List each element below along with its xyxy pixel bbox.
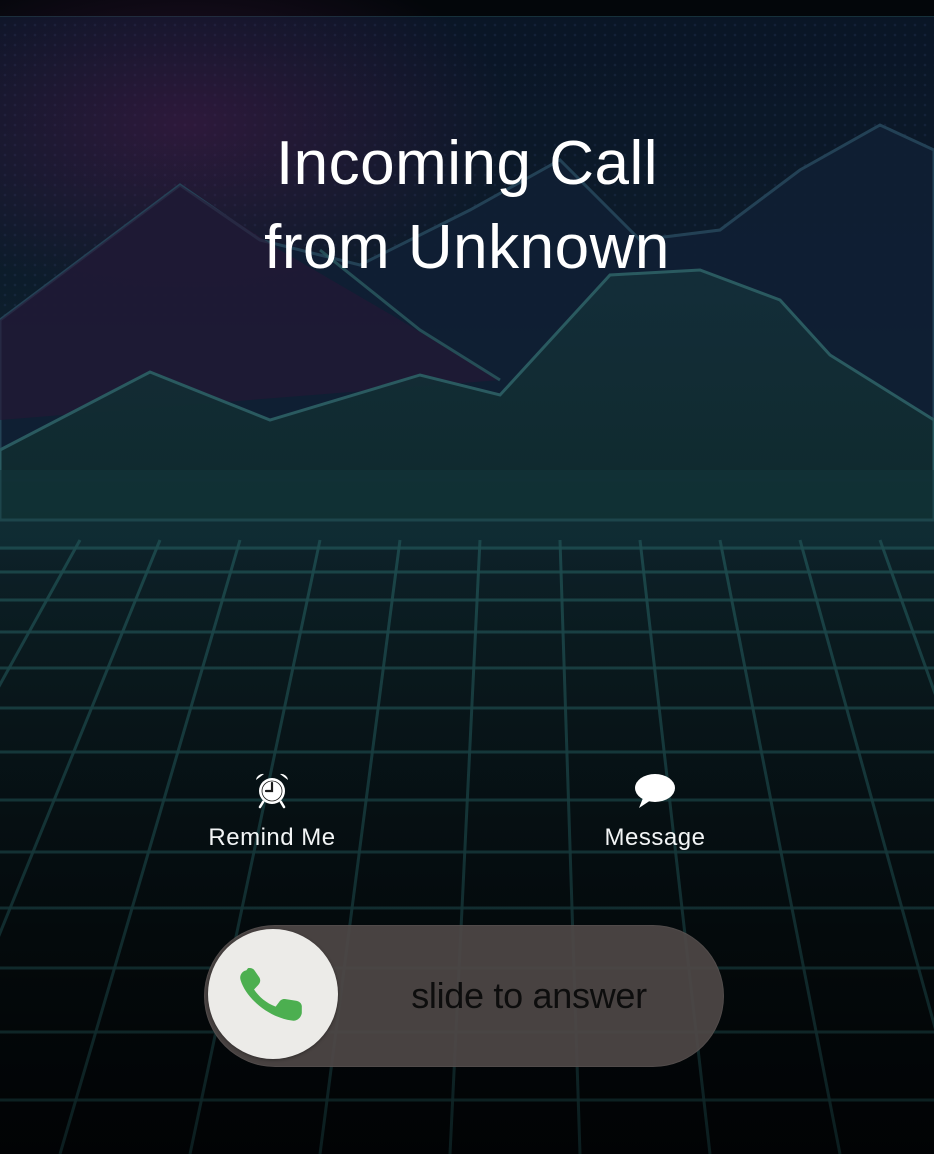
- message-label: Message: [604, 824, 706, 851]
- remind-me-label: Remind Me: [208, 824, 336, 851]
- slide-to-answer-track[interactable]: slide to answer: [204, 925, 724, 1067]
- answer-slider-knob[interactable]: [208, 929, 338, 1059]
- alarm-clock-icon: [256, 773, 288, 809]
- remind-me-button[interactable]: Remind Me: [172, 770, 372, 852]
- caller-title: Incoming Call from Unknown: [0, 122, 934, 290]
- incoming-call-screen: Incoming Call from Unknown Remind Me Mes…: [0, 0, 934, 1154]
- message-button[interactable]: Message: [555, 770, 755, 852]
- caller-title-line1: Incoming Call: [275, 129, 659, 198]
- caller-title-line2: from Unknown: [264, 213, 670, 282]
- phone-icon: [240, 967, 302, 1021]
- slide-to-answer-label: slide to answer: [411, 975, 647, 1016]
- speech-bubble-icon: [635, 774, 675, 808]
